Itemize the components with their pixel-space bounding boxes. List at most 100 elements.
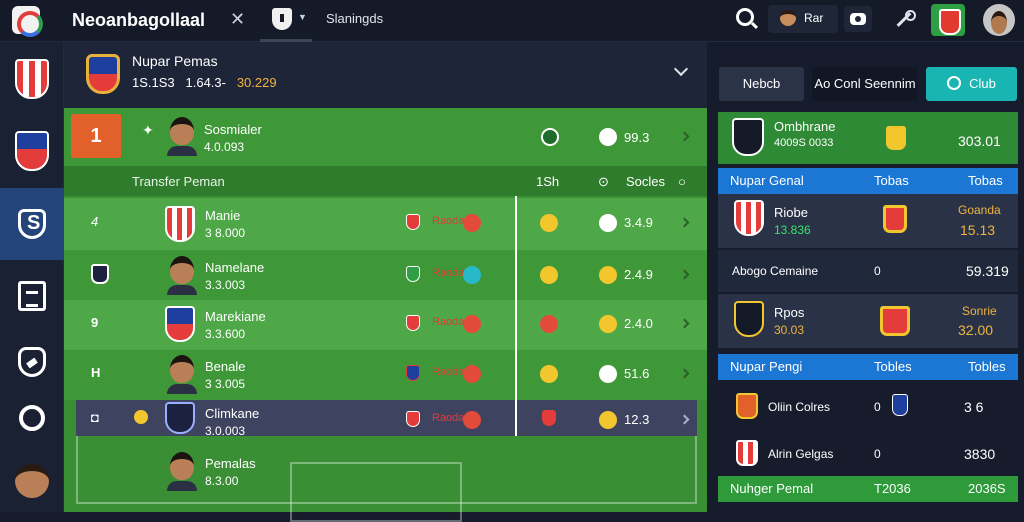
meta-c: 30.229 bbox=[236, 75, 277, 90]
player-avatar-icon bbox=[170, 355, 194, 383]
chevron-down-icon[interactable]: ▼ bbox=[298, 12, 307, 22]
section-title: Nupar Genal bbox=[730, 173, 804, 188]
player-name: Sosmialer bbox=[204, 122, 262, 137]
player-value: 3.3.003 bbox=[205, 278, 246, 292]
shield-icon bbox=[18, 209, 46, 239]
item-value: 32.00 bbox=[958, 322, 994, 338]
search-icon[interactable] bbox=[736, 8, 754, 26]
sidebar-item-match[interactable] bbox=[0, 382, 64, 454]
column-divider bbox=[515, 196, 517, 436]
rating-icon bbox=[599, 365, 617, 383]
flag-icon bbox=[463, 315, 481, 333]
club-crest-icon bbox=[734, 301, 764, 337]
user-avatar-icon bbox=[780, 10, 796, 26]
club-badge-icon[interactable] bbox=[931, 4, 965, 36]
club-badge: Raoda bbox=[432, 215, 465, 227]
rating-icon bbox=[599, 128, 617, 146]
avatar[interactable] bbox=[983, 4, 1015, 36]
competition-button[interactable]: Ao Conl Seennim bbox=[812, 67, 918, 101]
sidebar-item-shield[interactable] bbox=[0, 188, 64, 260]
club-crest-icon bbox=[736, 393, 758, 419]
row-marker: ✦ bbox=[142, 122, 154, 138]
squad-header[interactable]: Nupar Pemas 1S.1S3 1.64.3- 30.229 bbox=[64, 42, 707, 108]
top-bar: Neoanbagollaal ✕ ▼ Slaningds Rar bbox=[0, 0, 1024, 42]
sidebar-item-board[interactable] bbox=[0, 260, 64, 332]
tools-icon[interactable] bbox=[890, 6, 918, 32]
rating-icon bbox=[599, 266, 617, 284]
player-score: 51.6 bbox=[624, 366, 650, 381]
squad-meta: 1S.1S3 1.64.3- 30.229 bbox=[132, 75, 277, 90]
club-badge: Raoda bbox=[432, 316, 465, 328]
sidebar-item-club-2[interactable] bbox=[0, 114, 64, 186]
sidebar bbox=[0, 42, 64, 512]
club-crest-icon bbox=[892, 394, 908, 416]
squad-title: Nupar Pemas bbox=[132, 53, 218, 69]
column-header[interactable]: Socles bbox=[626, 174, 665, 189]
morale-icon bbox=[540, 266, 558, 284]
news-button[interactable]: Nebcb bbox=[719, 67, 804, 101]
column-header: T2036 bbox=[874, 481, 911, 496]
morale-icon bbox=[540, 214, 558, 232]
club-crest-icon bbox=[15, 59, 49, 99]
player-score: 12.3 bbox=[624, 412, 650, 427]
chevron-down-icon[interactable] bbox=[673, 61, 689, 77]
flag-icon bbox=[463, 214, 481, 232]
player-avatar-icon bbox=[170, 452, 194, 480]
item-sub: 30.03 bbox=[774, 323, 805, 337]
club-crest-icon bbox=[406, 365, 420, 381]
club-button[interactable]: Club bbox=[926, 67, 1017, 101]
user-chip[interactable]: Rar bbox=[768, 5, 838, 33]
section-header: Nupar Pengi Tobles Tobles bbox=[718, 354, 1018, 380]
column-header: Tobles bbox=[874, 359, 912, 374]
club-crest-icon bbox=[406, 266, 420, 282]
flag-icon bbox=[463, 266, 481, 284]
sidebar-item-profile[interactable] bbox=[0, 446, 64, 518]
column-header[interactable]: 1Sh bbox=[536, 174, 559, 189]
player-score: 3.4.9 bbox=[624, 215, 653, 230]
item-sub: 13.836 bbox=[774, 223, 811, 237]
rating-icon bbox=[599, 214, 617, 232]
close-icon[interactable]: ✕ bbox=[230, 9, 245, 30]
player-value: 3.0.003 bbox=[205, 424, 246, 438]
app-logo-icon[interactable] bbox=[12, 6, 43, 37]
item-label: Sonrie bbox=[962, 304, 997, 318]
profile-avatar-icon bbox=[15, 464, 49, 498]
row-marker: 9 bbox=[91, 315, 99, 330]
item-value: 3 6 bbox=[964, 399, 984, 415]
club-crest-icon bbox=[91, 264, 109, 284]
section-title: Nuhger Pemal bbox=[730, 481, 814, 496]
club-crest-icon bbox=[165, 206, 195, 242]
rating-icon bbox=[599, 411, 617, 429]
sidebar-item-club-1[interactable] bbox=[0, 42, 64, 114]
player-name: Marekiane bbox=[205, 309, 266, 324]
flag-icon bbox=[463, 411, 481, 429]
shield-icon bbox=[542, 410, 556, 426]
tab-standings[interactable]: Slaningds bbox=[326, 11, 383, 26]
rating-icon bbox=[599, 315, 617, 333]
player-avatar-icon bbox=[170, 256, 194, 284]
player-value: 3 3.005 bbox=[205, 377, 246, 391]
player-shirt-icon bbox=[167, 481, 197, 491]
gamepad-icon[interactable] bbox=[844, 6, 872, 32]
table-title: Transfer Peman bbox=[132, 174, 225, 189]
sort-icon[interactable]: ⊙ bbox=[598, 174, 609, 190]
filter-icon[interactable]: ○ bbox=[678, 174, 686, 189]
item-name: Oliin Colres bbox=[768, 400, 831, 414]
shield-tab-icon[interactable] bbox=[272, 8, 292, 30]
player-score: 2.4.9 bbox=[624, 267, 653, 282]
column-header: Tobas bbox=[874, 173, 909, 188]
player-name: Pemalas bbox=[205, 456, 256, 471]
section-title: Nupar Pengi bbox=[730, 359, 803, 374]
status-icon bbox=[541, 128, 559, 146]
club-score: 303.01 bbox=[958, 133, 1001, 149]
club-crest-icon bbox=[15, 131, 49, 171]
club-crest-icon bbox=[883, 205, 907, 233]
player-score: 2.4.0 bbox=[624, 316, 653, 331]
player-value: 8.3.00 bbox=[205, 474, 239, 488]
club-badge: Raoda bbox=[432, 366, 465, 378]
player-name: Namelane bbox=[205, 260, 265, 275]
club-crest-icon bbox=[165, 402, 195, 434]
item-value: 15.13 bbox=[960, 222, 996, 238]
user-chip-label: Rar bbox=[804, 11, 824, 25]
club-crest-icon bbox=[736, 440, 758, 466]
